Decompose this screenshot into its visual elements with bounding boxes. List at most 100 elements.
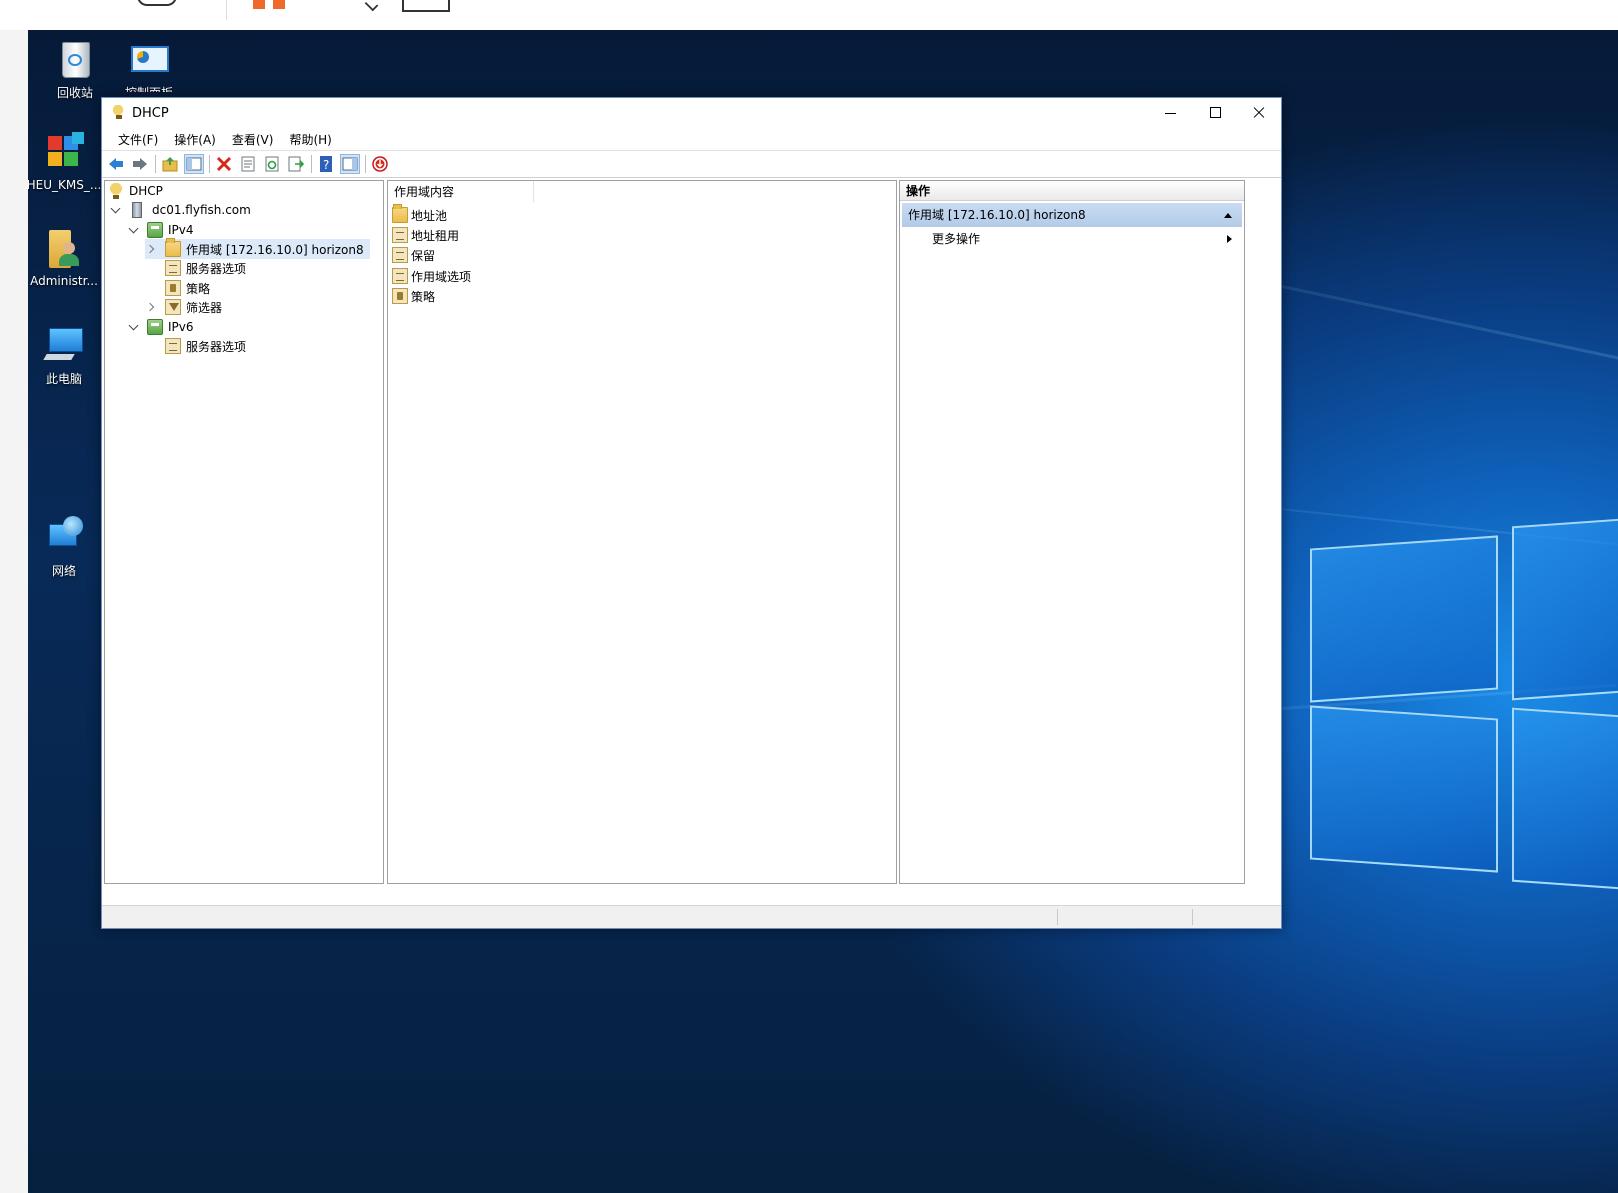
export-list-icon[interactable] bbox=[286, 154, 306, 174]
more-actions-label: 更多操作 bbox=[932, 232, 981, 246]
toolbar-separator bbox=[365, 155, 366, 173]
delete-icon[interactable] bbox=[214, 154, 234, 174]
status-bar bbox=[102, 905, 1281, 928]
ipv6-icon bbox=[147, 319, 163, 335]
tree-node-filters[interactable]: 筛选器 bbox=[145, 297, 222, 317]
console-tree: DHCP dc01.flyfish.com IPv4 作用域 [172.16.1… bbox=[104, 180, 384, 884]
menu-action[interactable]: 操作(A) bbox=[166, 131, 224, 148]
address-pool-icon bbox=[392, 204, 408, 223]
server-options-icon bbox=[165, 260, 181, 276]
tree-label: 服务器选项 bbox=[186, 339, 247, 354]
desktop-icon-heu-kms[interactable]: HEU_KMS_... bbox=[28, 132, 103, 192]
filter-icon bbox=[165, 299, 181, 315]
network-icon bbox=[43, 516, 85, 558]
address-leases-icon bbox=[392, 227, 408, 243]
submenu-arrow-icon bbox=[1227, 235, 1232, 243]
properties-icon[interactable] bbox=[238, 154, 258, 174]
menu-view[interactable]: 查看(V) bbox=[224, 131, 282, 148]
forward-icon[interactable] bbox=[130, 154, 150, 174]
expand-toggle-icon[interactable] bbox=[127, 320, 141, 334]
content-label: 地址租用 bbox=[411, 228, 460, 243]
tree-node-server-options[interactable]: 服务器选项 bbox=[165, 258, 246, 278]
host-screen-icon[interactable] bbox=[402, 0, 450, 12]
policy-icon bbox=[392, 288, 408, 304]
title-bar[interactable]: DHCP bbox=[102, 98, 1281, 128]
tree-node-dhcp[interactable]: DHCP bbox=[108, 181, 163, 201]
desktop-icon-this-pc[interactable]: 此电脑 bbox=[28, 324, 103, 387]
user-folder-icon bbox=[43, 228, 85, 270]
content-item-policies[interactable]: 策略 bbox=[392, 286, 435, 306]
toolbar-separator bbox=[209, 155, 210, 173]
actions-title: 操作 bbox=[900, 181, 1244, 201]
content-label: 地址池 bbox=[411, 208, 448, 223]
dhcp-app-icon bbox=[111, 105, 125, 119]
host-divider bbox=[226, 0, 227, 20]
content-item-address-leases[interactable]: 地址租用 bbox=[392, 225, 459, 245]
desktop-icon-label: 控制面板 bbox=[110, 84, 188, 92]
svg-text:?: ? bbox=[323, 158, 329, 172]
desktop-icon-label: Administr... bbox=[30, 274, 98, 288]
help-icon[interactable]: ? bbox=[316, 154, 336, 174]
expand-toggle-icon[interactable] bbox=[145, 300, 159, 314]
tree-label: 策略 bbox=[186, 281, 211, 296]
host-window-left-edge bbox=[0, 30, 29, 1193]
show-hide-action-pane-icon[interactable] bbox=[340, 154, 360, 174]
server-options-icon bbox=[165, 338, 181, 354]
tree-label: IPv6 bbox=[168, 320, 194, 334]
wallpaper-logo-pane bbox=[1310, 705, 1498, 873]
wallpaper-logo-pane bbox=[1512, 707, 1618, 891]
maximize-button[interactable] bbox=[1192, 98, 1238, 128]
dhcp-icon bbox=[108, 183, 124, 199]
desktop-icon-recycle-bin[interactable]: 回收站 bbox=[36, 38, 114, 101]
actions-section-scope[interactable]: 作用域 [172.16.10.0] horizon8 bbox=[902, 203, 1242, 227]
desktop-icon-administrator[interactable]: Administr... bbox=[28, 228, 103, 288]
tree-node-ipv4[interactable]: IPv4 bbox=[127, 220, 194, 240]
minimize-button[interactable] bbox=[1147, 98, 1193, 128]
status-divider bbox=[1057, 909, 1058, 925]
menu-help[interactable]: 帮助(H) bbox=[281, 131, 339, 148]
collapse-arrow-icon[interactable] bbox=[1224, 213, 1232, 218]
recycle-bin-icon bbox=[54, 38, 96, 80]
host-tool-icon[interactable] bbox=[137, 0, 177, 6]
show-hide-tree-icon[interactable] bbox=[184, 154, 204, 174]
host-pause-icon[interactable] bbox=[253, 0, 285, 9]
desktop-icon-control-panel[interactable]: 控制面板 bbox=[110, 38, 188, 92]
expand-toggle-icon[interactable] bbox=[145, 242, 159, 256]
back-icon[interactable] bbox=[106, 154, 126, 174]
more-actions-item[interactable]: 更多操作 bbox=[902, 229, 1242, 249]
content-label: 策略 bbox=[411, 289, 436, 304]
content-item-address-pool[interactable]: 地址池 bbox=[392, 204, 448, 225]
host-download-icon[interactable] bbox=[364, 0, 379, 12]
content-item-reservations[interactable]: 保留 bbox=[392, 245, 435, 265]
wallpaper-logo-pane bbox=[1512, 517, 1618, 701]
tree-node-scope[interactable]: 作用域 [172.16.10.0] horizon8 bbox=[145, 238, 370, 259]
tree-node-ipv6[interactable]: IPv6 bbox=[127, 317, 194, 337]
desktop-icon-network[interactable]: 网络 bbox=[28, 516, 103, 579]
column-header[interactable]: 作用域内容 bbox=[388, 181, 534, 203]
host-window-toolbar bbox=[0, 0, 1618, 31]
close-button[interactable] bbox=[1236, 98, 1282, 128]
expand-toggle-icon[interactable] bbox=[109, 203, 123, 217]
expand-toggle-icon[interactable] bbox=[127, 223, 141, 237]
tree-node-server[interactable]: dc01.flyfish.com bbox=[109, 200, 251, 220]
content-pane: 作用域内容 地址池 地址租用 保留 作用域选项 策略 bbox=[387, 180, 897, 884]
ipv4-icon bbox=[147, 222, 163, 238]
up-folder-icon[interactable] bbox=[160, 154, 180, 174]
content-item-scope-options[interactable]: 作用域选项 bbox=[392, 266, 471, 286]
desktop-icon-label: HEU_KMS_... bbox=[28, 178, 102, 192]
heu-kms-icon bbox=[43, 132, 85, 174]
reservations-icon bbox=[392, 247, 408, 263]
desktop-icon-label: 网络 bbox=[51, 564, 76, 578]
content-label: 作用域选项 bbox=[411, 269, 472, 284]
toolbar: ? bbox=[102, 150, 1281, 178]
policy-icon bbox=[165, 280, 181, 296]
window-title: DHCP bbox=[132, 106, 169, 121]
stop-service-icon[interactable] bbox=[370, 154, 390, 174]
menu-file[interactable]: 文件(F) bbox=[110, 131, 166, 148]
tree-label: 作用域 [172.16.10.0] horizon8 bbox=[186, 242, 364, 257]
refresh-icon[interactable] bbox=[262, 154, 282, 174]
tree-node-ipv6-server-options[interactable]: 服务器选项 bbox=[165, 336, 246, 356]
content-label: 保留 bbox=[411, 248, 436, 263]
tree-node-policies[interactable]: 策略 bbox=[165, 278, 210, 298]
actions-section-label: 作用域 [172.16.10.0] horizon8 bbox=[908, 208, 1086, 222]
